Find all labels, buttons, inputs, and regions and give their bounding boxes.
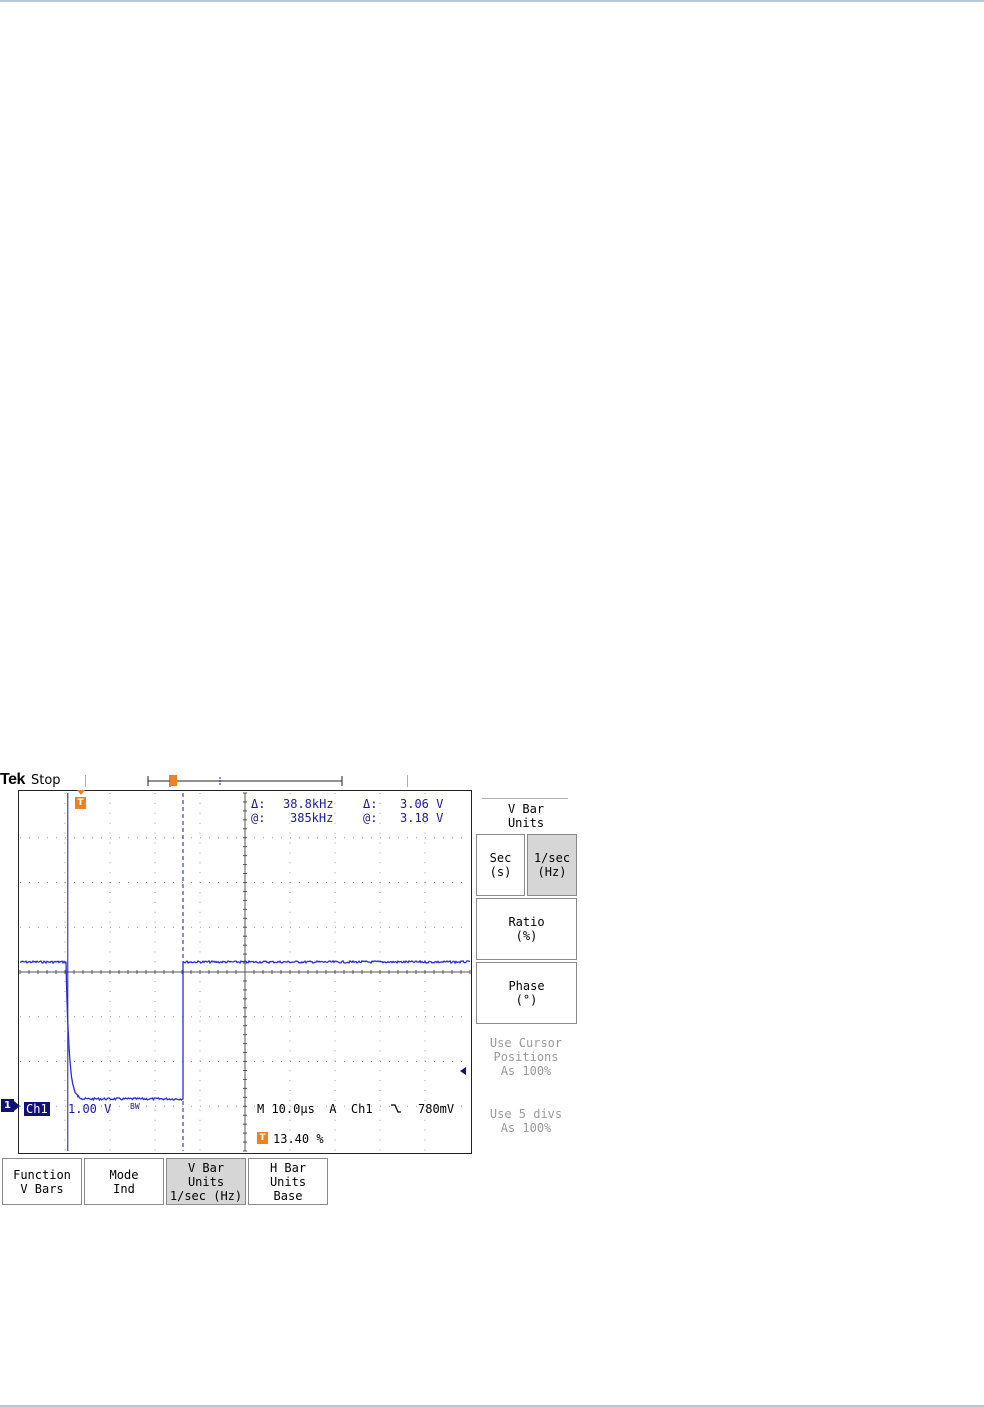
trigger-position-flag: T: [75, 797, 86, 809]
use-cursor-line3: As 100%: [500, 1064, 552, 1078]
bandwidth-limit-icon: BW: [130, 1102, 140, 1111]
acquisition-status: Stop: [31, 773, 61, 788]
mode-button[interactable]: Mode Ind: [84, 1158, 164, 1205]
tek-logo: Tek: [0, 771, 25, 788]
ratio-units-button[interactable]: Ratio (%): [476, 898, 577, 960]
h-bar-units-line1: H Bar: [269, 1160, 307, 1175]
delta-h-value: 38.8kHz: [283, 797, 334, 811]
side-menu-title-line1: V Bar: [507, 802, 545, 816]
hz-label: 1/sec: [533, 851, 571, 865]
trigger-position-percent: 13.40 %: [273, 1132, 324, 1146]
header-tick: [407, 775, 408, 787]
at-h-symbol: @:: [251, 811, 266, 825]
side-menu-pointer-icon: [460, 1067, 466, 1075]
v-bar-units-value: 1/sec (Hz): [169, 1188, 243, 1203]
hz-units-button[interactable]: 1/sec (Hz): [527, 834, 577, 896]
falling-edge-icon: [391, 1104, 401, 1113]
h-bar-units-button[interactable]: H Bar Units Base: [248, 1158, 328, 1205]
mode-value: Ind: [113, 1181, 135, 1196]
delta-v-symbol: Δ:: [363, 797, 378, 811]
v-bar-units-button[interactable]: V Bar Units 1/sec (Hz): [166, 1158, 246, 1205]
function-button[interactable]: Function V Bars: [2, 1158, 82, 1205]
at-v-value: 3.18 V: [400, 811, 444, 825]
v-bar-units-line2: Units: [187, 1174, 225, 1189]
v-bar-units-line1: V Bar: [187, 1160, 225, 1175]
waveform-graticule: [19, 792, 471, 1152]
timebase-readout: M 10.0µs A Ch1: [257, 1102, 373, 1116]
side-menu-title-line: [482, 798, 568, 799]
hz-unit: (Hz): [537, 865, 567, 879]
ch1-ground-arrow-icon: [14, 1101, 20, 1111]
ch1-volts-per-div: 1.00 V: [68, 1102, 112, 1116]
use-cursor-line2: Positions: [493, 1050, 559, 1064]
h-bar-units-line2: Units: [269, 1174, 307, 1189]
ch1-ground-marker: 1: [1, 1099, 14, 1112]
ratio-label: Ratio: [508, 915, 545, 929]
side-menu-title-line2: Units: [507, 816, 545, 830]
sec-units-button[interactable]: Sec (s): [476, 834, 525, 896]
use-cursor-positions-option[interactable]: Use Cursor Positions As 100%: [476, 1036, 576, 1078]
record-trigger-flag: [170, 775, 177, 786]
delta-v-value: 3.06 V: [400, 797, 444, 811]
ch1-label: Ch1: [24, 1102, 50, 1116]
header-tick: [85, 775, 86, 787]
at-h-value: 385kHz: [290, 811, 334, 825]
ratio-unit: (%): [515, 929, 538, 943]
phase-unit: (°): [515, 993, 538, 1007]
function-label: Function: [13, 1167, 71, 1182]
sec-unit: (s): [489, 865, 512, 879]
trigger-level: 780mV: [418, 1102, 455, 1116]
side-menu-title: V Bar Units: [476, 802, 576, 830]
use-5-divs-option[interactable]: Use 5 divs As 100%: [476, 1107, 576, 1135]
phase-units-button[interactable]: Phase (°): [476, 962, 577, 1024]
trigger-position-icon: T: [257, 1132, 268, 1144]
function-value: V Bars: [20, 1181, 64, 1196]
page-top-rule: [0, 0, 984, 2]
at-v-symbol: @:: [363, 811, 378, 825]
h-bar-units-value: Base: [273, 1188, 303, 1203]
sec-label: Sec: [489, 851, 512, 865]
use-cursor-line1: Use Cursor: [489, 1036, 563, 1050]
delta-h-symbol: Δ:: [251, 797, 266, 811]
mode-label: Mode: [109, 1167, 139, 1182]
phase-label: Phase: [508, 979, 545, 993]
trigger-arrow-icon: [77, 790, 85, 795]
use-5-divs-line1: Use 5 divs: [489, 1107, 563, 1121]
use-5-divs-line2: As 100%: [500, 1121, 552, 1135]
